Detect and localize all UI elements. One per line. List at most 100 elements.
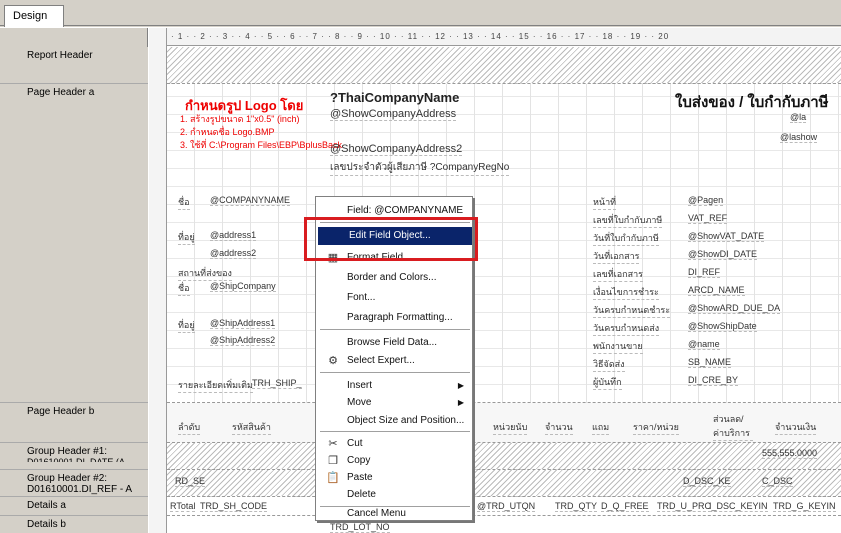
menu-item-font[interactable]: Font... bbox=[316, 289, 474, 307]
right-label-ship-method: วิธีจัดส่ง bbox=[593, 357, 625, 372]
table-header-free[interactable]: แถม bbox=[592, 420, 610, 435]
section-group-header-2[interactable]: Group Header #2: D01610001.DI_REF - A bbox=[0, 470, 148, 497]
menu-item-browse-field-data[interactable]: Browse Field Data... bbox=[316, 334, 474, 352]
group1-amount-field[interactable]: 555,555.0000 bbox=[762, 448, 818, 459]
table-header-amount[interactable]: จำนวนเงิน bbox=[775, 420, 817, 435]
right-field-created-by[interactable]: DI_CRE_BY bbox=[688, 375, 739, 386]
section-group-header-1[interactable]: Group Header #1: D01610001.DI_DATE (A bbox=[0, 443, 148, 470]
menu-item-cancel[interactable]: Cancel Menu bbox=[316, 505, 474, 523]
right-field-ship-date[interactable]: @ShowShipDate bbox=[688, 321, 757, 332]
document-title[interactable]: ใบส่งของ / ใบกำกับภาษี bbox=[675, 90, 829, 114]
details-trd-lot-no-field[interactable]: TRD_LOT_NO bbox=[330, 522, 390, 533]
details-trd-sh-code-field[interactable]: TRD_SH_CODE bbox=[200, 501, 268, 512]
group2-c-dsc-field[interactable]: C_DSC bbox=[762, 476, 793, 487]
company-address-field[interactable]: @ShowCompanyAddress bbox=[330, 108, 457, 121]
field-shipcompany[interactable]: @ShipCompany bbox=[210, 281, 276, 292]
table-header-code[interactable]: รหัสสินค้า bbox=[232, 420, 271, 435]
field-companyname[interactable]: @COMPANYNAME bbox=[210, 195, 290, 206]
group2-dsc-ke-field[interactable]: D_DSC_KE bbox=[683, 476, 731, 487]
details-rtotal-field[interactable]: RTotal bbox=[170, 501, 196, 512]
menu-item-copy[interactable]: ❐ Copy bbox=[316, 452, 474, 470]
menu-item-delete[interactable]: Delete bbox=[316, 486, 474, 504]
details-trd-u-prc-field[interactable]: TRD_U_PRC bbox=[657, 501, 712, 512]
menu-item-move-label: Move bbox=[347, 397, 372, 408]
right-label-vat-date: วันที่ใบกำกับภาษี bbox=[593, 231, 659, 246]
label-ship-name: ชื่อ bbox=[178, 281, 190, 296]
menu-item-object-size[interactable]: Object Size and Position... bbox=[316, 412, 474, 430]
right-label-payment-terms: เงื่อนไขการชำระ bbox=[593, 285, 659, 300]
right-field-sb-name[interactable]: SB_NAME bbox=[688, 357, 732, 368]
company-address2-field[interactable]: @ShowCompanyAddress2 bbox=[330, 143, 463, 156]
label-ship-address: ที่อยู่ bbox=[178, 318, 195, 333]
right-field-vat-ref[interactable]: VAT_REF bbox=[688, 213, 728, 224]
menu-separator bbox=[320, 431, 470, 432]
band-report-header[interactable] bbox=[167, 47, 841, 84]
band-group-header-2[interactable] bbox=[167, 470, 841, 497]
group2-rd-se-field[interactable]: RD_SE bbox=[175, 476, 206, 487]
barcode-field-b[interactable]: @lashow bbox=[780, 132, 818, 143]
right-label-ship-due: วันครบกำหนดส่ง bbox=[593, 321, 660, 336]
section-details-a[interactable]: Details a bbox=[0, 497, 148, 516]
menu-item-move[interactable]: Move ▶ bbox=[316, 394, 474, 412]
details-trd-qty-field[interactable]: TRD_QTY bbox=[555, 501, 598, 512]
details-trd-utqn-field[interactable]: @TRD_UTQN bbox=[477, 501, 536, 512]
copy-icon: ❐ bbox=[328, 455, 338, 467]
right-field-doc-ref[interactable]: DI_REF bbox=[688, 267, 721, 278]
right-field-page[interactable]: @Pagen bbox=[688, 195, 724, 206]
select-expert-icon: ⚙ bbox=[328, 355, 338, 367]
right-field-vat-date[interactable]: @ShowVAT_DATE bbox=[688, 231, 765, 242]
group-header-2-field: D01610001.DI_REF - A bbox=[27, 484, 133, 495]
paste-icon: 📋 bbox=[326, 472, 340, 484]
menu-item-paragraph[interactable]: Paragraph Formatting... bbox=[316, 309, 474, 327]
section-page-header-a[interactable]: Page Header a bbox=[0, 84, 148, 403]
menu-separator bbox=[320, 372, 470, 373]
right-label-doc-ref: เลขที่เอกสาร bbox=[593, 267, 643, 282]
company-name-field[interactable]: ?ThaiCompanyName bbox=[330, 90, 459, 105]
group-header-1-title: Group Header #1: bbox=[27, 446, 108, 457]
right-field-doc-date[interactable]: @ShowDI_DATE bbox=[688, 249, 757, 260]
edit-field-object-callout bbox=[304, 217, 478, 261]
details-d-q-free-field[interactable]: D_Q_FREE bbox=[601, 501, 649, 512]
barcode-field-a[interactable]: @la bbox=[790, 112, 807, 123]
tab-design[interactable]: Design bbox=[4, 5, 64, 27]
right-field-arcd-name[interactable]: ARCD_NAME bbox=[688, 285, 745, 296]
band-group-header-1[interactable] bbox=[167, 443, 841, 470]
table-header-price[interactable]: ราคา/หน่วย bbox=[633, 420, 679, 435]
field-trh-ship[interactable]: TRH_SHIP_ bbox=[252, 378, 302, 389]
horizontal-ruler: · 1 · · 2 · · 3 · · 4 · · 5 · · 6 · · 7 … bbox=[167, 28, 841, 46]
menu-item-select-expert-label: Select Expert... bbox=[347, 355, 415, 366]
details-dsc-keyin-field[interactable]: I_DSC_KEYIN bbox=[709, 501, 768, 512]
menu-item-cut-label: Cut bbox=[347, 438, 363, 449]
field-address1[interactable]: @address1 bbox=[210, 230, 257, 241]
menu-separator bbox=[320, 329, 470, 330]
field-shipaddress2[interactable]: @ShipAddress2 bbox=[210, 335, 276, 346]
menu-item-copy-label: Copy bbox=[347, 455, 371, 466]
section-details-b[interactable]: Details b bbox=[0, 516, 148, 533]
field-shipaddress1[interactable]: @ShipAddress1 bbox=[210, 318, 276, 329]
menu-item-paste-label: Paste bbox=[347, 472, 373, 483]
band-details-b[interactable] bbox=[167, 516, 841, 533]
submenu-arrow-icon: ▶ bbox=[457, 381, 464, 390]
group-header-2-title: Group Header #2: bbox=[27, 473, 108, 484]
label-ship-place: สถานที่ส่งของ bbox=[178, 266, 232, 281]
right-field-due-date[interactable]: @ShowARD_DUE_DA bbox=[688, 303, 781, 314]
table-header-qty[interactable]: จำนวน bbox=[545, 420, 573, 435]
menu-item-border-colors[interactable]: Border and Colors... bbox=[316, 269, 474, 287]
right-field-name[interactable]: @name bbox=[688, 339, 720, 350]
table-header-no[interactable]: ลำดับ bbox=[178, 420, 201, 435]
right-label-page: หน้าที่ bbox=[593, 195, 617, 210]
section-page-header-b[interactable]: Page Header b bbox=[0, 403, 148, 443]
field-address2[interactable]: @address2 bbox=[210, 248, 257, 259]
menu-item-select-expert[interactable]: ⚙ Select Expert... bbox=[316, 352, 474, 370]
details-trd-g-keyin-field[interactable]: TRD_G_KEYIN bbox=[773, 501, 836, 512]
company-taxid-field[interactable]: เลขประจำตัวผู้เสียภาษี ?CompanyRegNo bbox=[330, 160, 510, 176]
section-report-header[interactable]: Report Header bbox=[0, 47, 148, 84]
menu-item-paste[interactable]: 📋 Paste bbox=[316, 469, 474, 487]
submenu-arrow-icon: ▶ bbox=[457, 398, 464, 407]
right-label-salesman: พนักงานขาย bbox=[593, 339, 643, 354]
menu-item-insert[interactable]: Insert ▶ bbox=[316, 377, 474, 395]
table-header-discount[interactable]: ส่วนลด/ ค่าบริการ bbox=[713, 412, 753, 441]
menu-item-cut[interactable]: ✂ Cut bbox=[316, 435, 474, 453]
table-header-unit[interactable]: หน่วยนับ bbox=[493, 420, 528, 435]
menu-item-insert-label: Insert bbox=[347, 380, 373, 391]
